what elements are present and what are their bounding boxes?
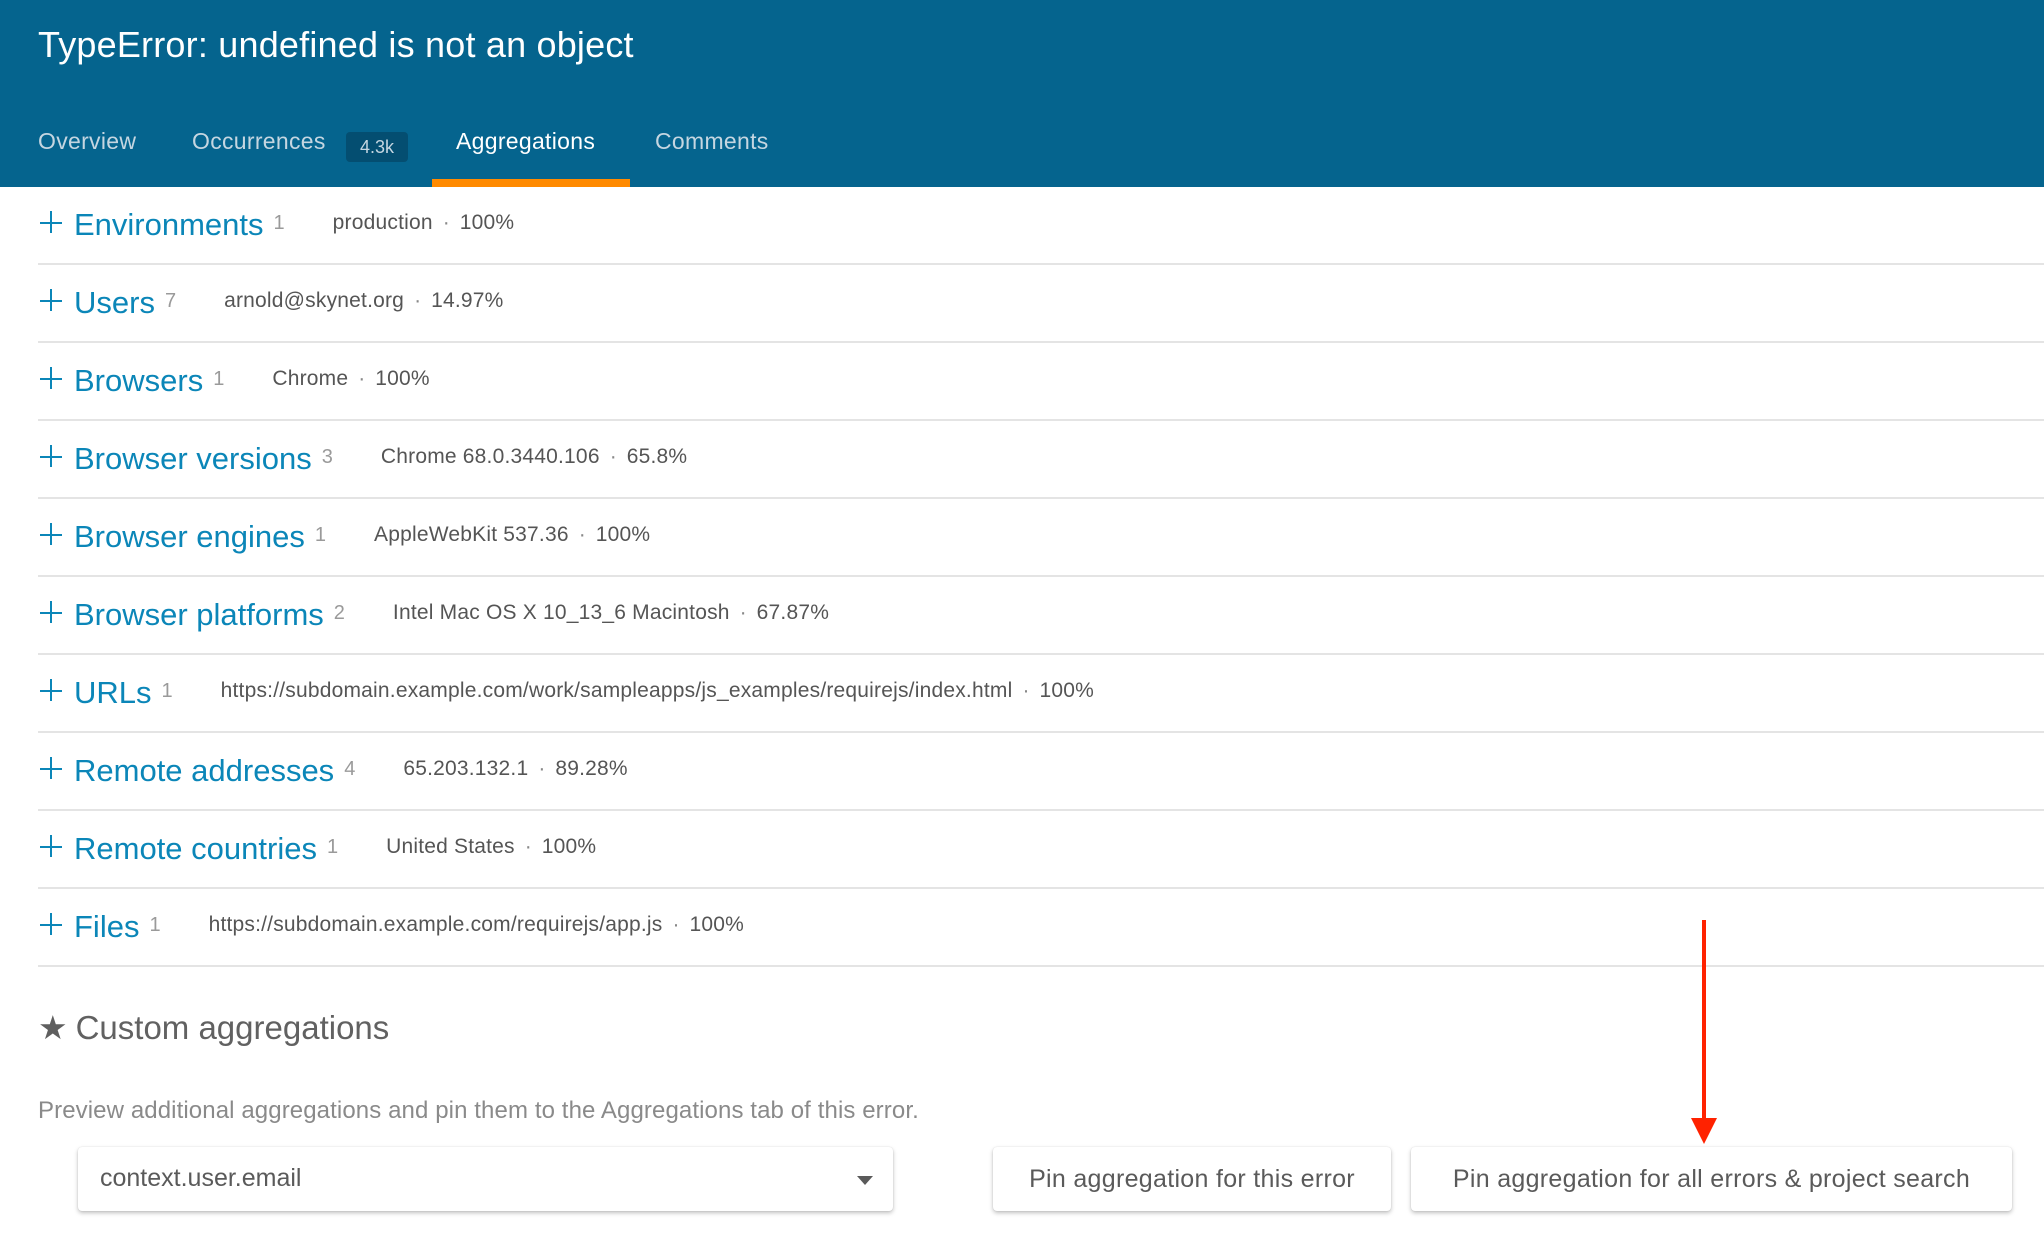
aggregation-count: 4 [344, 757, 356, 780]
separator-dot: · [672, 913, 680, 936]
aggregation-label[interactable]: Browsers [74, 363, 203, 399]
separator-dot: · [609, 445, 617, 468]
aggregation-row[interactable]: Remote addresses 4 65.203.132.1 · 89.28% [38, 733, 2044, 811]
aggregation-percent: 65.8% [626, 445, 688, 468]
aggregation-top-value: Intel Mac OS X 10_13_6 Macintosh [392, 601, 730, 624]
plus-icon[interactable] [40, 601, 64, 625]
tab-aggregations[interactable]: Aggregations [456, 128, 595, 155]
aggregation-top-value: United States [386, 835, 515, 858]
aggregation-percent: 89.28% [555, 757, 628, 780]
aggregation-top-value: production [332, 211, 433, 234]
aggregation-label[interactable]: Files [74, 909, 139, 945]
active-tab-indicator [432, 179, 630, 187]
star-icon: ★ [38, 1009, 68, 1046]
aggregation-row[interactable]: Environments 1 production · 100% [38, 187, 2044, 265]
tab-comments[interactable]: Comments [655, 128, 769, 155]
aggregation-top-value: Chrome [272, 367, 349, 390]
tab-occurrences[interactable]: Occurrences [192, 128, 326, 155]
tab-overview[interactable]: Overview [38, 128, 136, 155]
separator-dot: · [1022, 679, 1030, 702]
plus-icon[interactable] [40, 913, 64, 937]
tab-bar: Overview Occurrences 4.3k Aggregations C… [0, 0, 2044, 187]
aggregation-percent: 100% [459, 211, 515, 234]
aggregation-count: 3 [321, 445, 333, 468]
aggregation-label[interactable]: URLs [74, 675, 152, 711]
aggregation-top-value: 65.203.132.1 [403, 757, 529, 780]
separator-dot: · [358, 367, 366, 390]
aggregation-percent: 14.97% [431, 289, 504, 312]
aggregation-row[interactable]: Browser engines 1 AppleWebKit 537.36 · 100% [38, 499, 2044, 577]
plus-icon[interactable] [40, 757, 64, 781]
aggregation-label[interactable]: Browser platforms [74, 597, 324, 633]
plus-icon[interactable] [40, 445, 64, 469]
aggregation-count: 1 [213, 367, 225, 390]
aggregation-count: 1 [314, 523, 327, 546]
plus-icon[interactable] [40, 211, 64, 235]
aggregation-count: 1 [161, 679, 173, 702]
aggregation-count: 2 [333, 601, 345, 624]
separator-dot: · [739, 601, 747, 624]
aggregation-label[interactable]: Users [74, 285, 155, 321]
custom-aggregations-heading: ★ Custom aggregations [38, 1008, 389, 1047]
select-value: context.user.email [100, 1164, 302, 1192]
aggregation-top-value: arnold@skynet.org [224, 289, 405, 312]
aggregation-row[interactable]: Browser versions 3 Chrome 68.0.3440.106 · 65… [38, 421, 2044, 499]
aggregation-top-value: https://subdomain.example.com/requirejs/… [208, 913, 663, 936]
aggregation-count: 1 [273, 211, 285, 234]
aggregation-label[interactable]: Remote addresses [74, 753, 334, 789]
separator-dot: · [538, 757, 546, 780]
separator-dot: · [414, 289, 422, 312]
aggregation-row[interactable]: Browsers 1 Chrome · 100% [38, 343, 2044, 421]
aggregation-count: 7 [164, 289, 177, 312]
aggregation-label[interactable]: Browser versions [74, 441, 312, 477]
aggregation-percent: 100% [595, 523, 651, 546]
aggregations-list: Environments 1 production · 100% Users 7 arnold… [0, 187, 2044, 967]
annotation-arrow-icon [1691, 920, 1717, 1144]
aggregation-row[interactable]: Users 7 arnold@skynet.org · 14.97% [38, 265, 2044, 343]
aggregation-row[interactable]: Browser platforms 2 Intel Mac OS X 10_13_6… [38, 577, 2044, 655]
plus-icon[interactable] [40, 523, 64, 547]
chevron-down-icon [857, 1176, 873, 1185]
aggregation-label[interactable]: Browser engines [74, 519, 305, 555]
arrow-head [1691, 1118, 1717, 1144]
aggregation-row[interactable]: Files 1 https://subdomain.example.com/requ… [38, 889, 2044, 967]
aggregation-top-value: Chrome 68.0.3440.106 [380, 445, 600, 468]
aggregation-row[interactable]: URLs 1 https://subdomain.example.com/work/… [38, 655, 2044, 733]
aggregation-label[interactable]: Environments [74, 207, 264, 243]
aggregation-count: 1 [326, 835, 339, 858]
aggregation-row[interactable]: Remote countries 1 United States · 100% [38, 811, 2044, 889]
error-header: TypeError: undefined is not an object Ov… [0, 0, 2044, 187]
pin-all-errors-button[interactable]: Pin aggregation for all errors & project… [1411, 1147, 2012, 1211]
custom-aggregations-title: Custom aggregations [75, 1009, 390, 1046]
aggregation-top-value: AppleWebKit 537.36 [374, 523, 569, 546]
aggregation-percent: 100% [541, 835, 597, 858]
plus-icon[interactable] [40, 367, 64, 391]
aggregation-top-value: https://subdomain.example.com/work/sampl… [220, 679, 1013, 702]
custom-aggregations-description: Preview additional aggregations and pin … [38, 1097, 919, 1124]
separator-dot: · [442, 211, 450, 234]
plus-icon[interactable] [40, 289, 64, 313]
separator-dot: · [524, 835, 532, 858]
separator-dot: · [578, 523, 586, 546]
aggregation-percent: 100% [689, 913, 745, 936]
plus-icon[interactable] [40, 835, 64, 859]
aggregation-percent: 67.87% [756, 601, 830, 624]
aggregation-label[interactable]: Remote countries [74, 831, 317, 867]
occurrences-count-badge: 4.3k [346, 132, 408, 162]
aggregation-field-select[interactable]: context.user.email [78, 1147, 893, 1211]
pin-this-error-button[interactable]: Pin aggregation for this error [993, 1147, 1391, 1211]
aggregation-count: 1 [149, 913, 161, 936]
plus-icon[interactable] [40, 679, 64, 703]
aggregation-percent: 100% [1039, 679, 1094, 702]
aggregation-percent: 100% [375, 367, 430, 390]
